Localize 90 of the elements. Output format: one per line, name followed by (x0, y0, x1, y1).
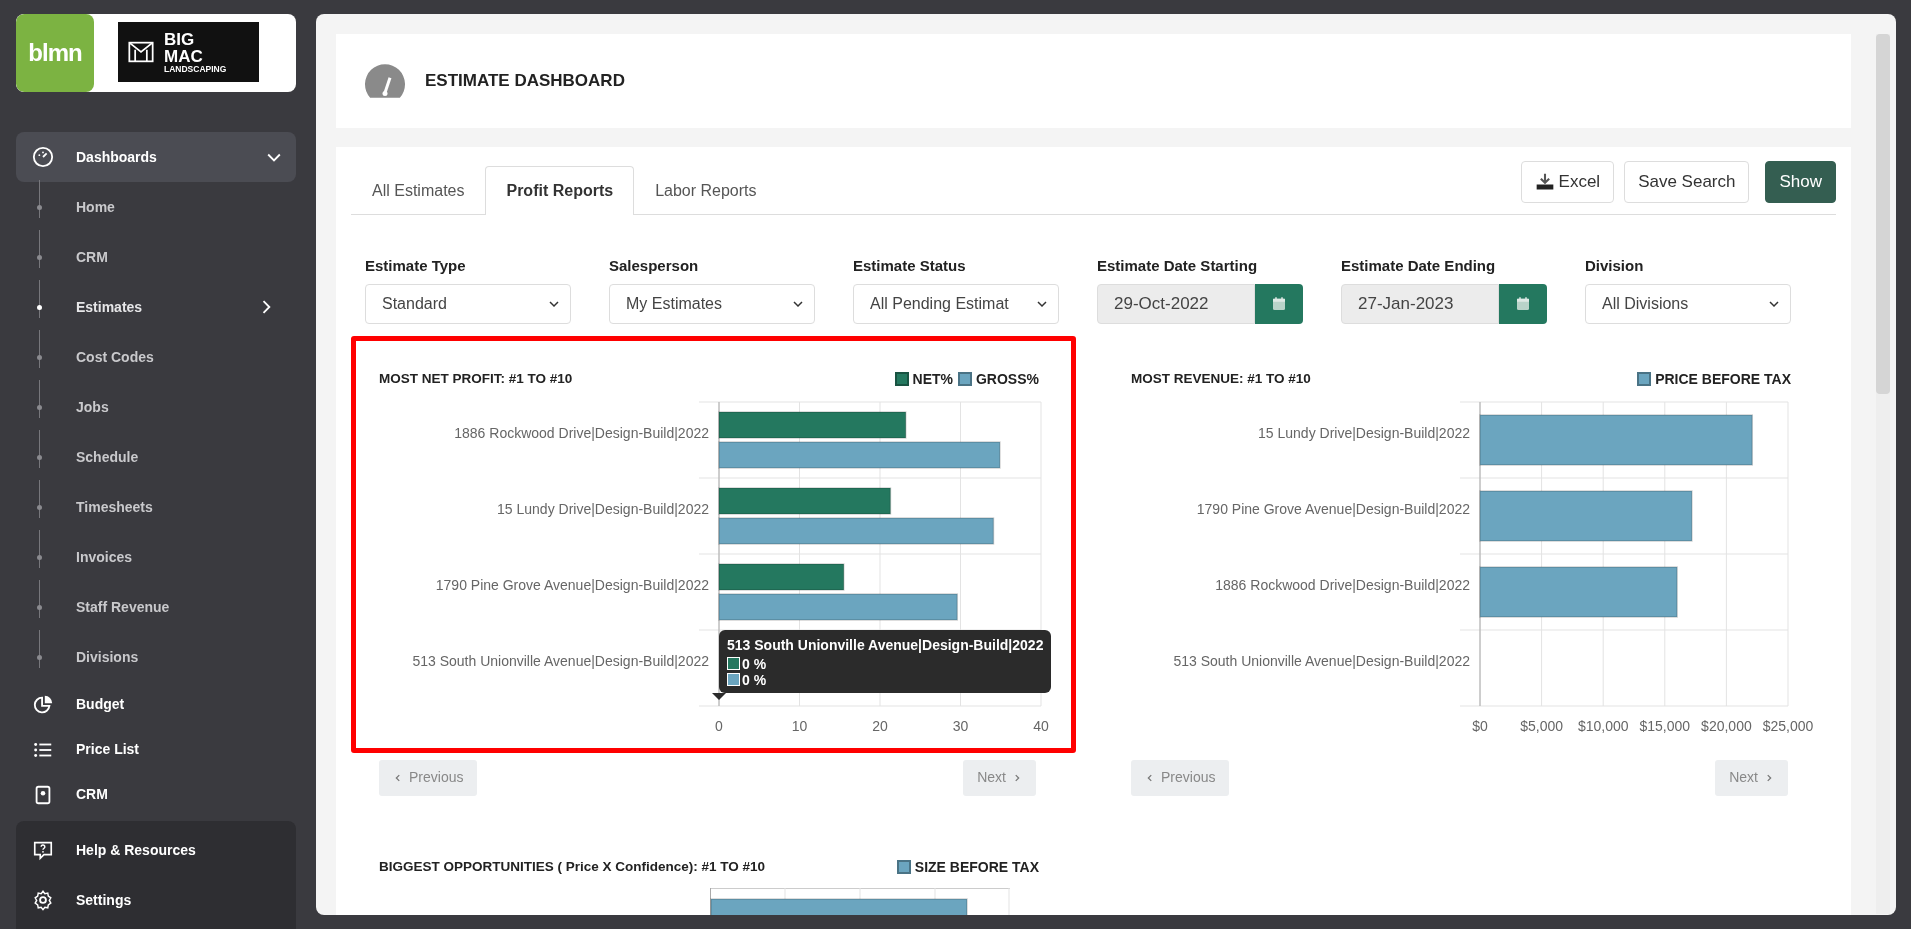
calendar-button[interactable] (1255, 283, 1303, 324)
legend-item: PRICE BEFORE TAX (1637, 368, 1791, 390)
nav-subitem[interactable]: Cost Codes (76, 346, 154, 368)
tick-label: $5,000 (1520, 717, 1563, 734)
legend-item: NET% (894, 368, 953, 390)
nav-item[interactable]: Budget (16, 682, 296, 727)
save-button[interactable]: Save Search (1624, 161, 1750, 203)
select-field[interactable]: All Pending Estimat (853, 283, 1059, 324)
date-field[interactable]: 27-Jan-2023 (1341, 283, 1499, 324)
bar[interactable] (718, 486, 892, 515)
field-label: Estimate Date Starting (1097, 256, 1259, 276)
legend-item: SIZE BEFORE TAX (896, 856, 1039, 878)
select-field[interactable]: My Estimates (609, 283, 815, 324)
show-button[interactable]: Show (1765, 161, 1836, 203)
nav-subitem[interactable]: Schedule (76, 446, 139, 468)
category-label: 513 South Unionville Avenue|Design-Build|2022 (1173, 652, 1470, 669)
nav-item[interactable]: CRM (16, 772, 296, 817)
field-label: Estimate Status (853, 256, 967, 276)
nav-item[interactable]: Price List (16, 727, 296, 772)
field-label: Estimate Type (365, 256, 467, 276)
tooltip-value: 0 % (742, 671, 767, 688)
chevron-right-icon (1012, 772, 1022, 783)
field-label: Estimate Date Ending (1341, 256, 1497, 276)
legend-item: GROSS% (958, 368, 1039, 390)
tab[interactable]: All Estimates (351, 166, 486, 215)
tooltip-value: 0 % (742, 655, 767, 672)
nav-subitem[interactable]: Divisions (76, 646, 139, 668)
category-label: 1790 Pine Grove Avenue|Design-Build|2022 (1196, 500, 1470, 517)
nav-item[interactable]: Dashboards (16, 132, 296, 182)
tick-label: $15,000 (1639, 717, 1691, 734)
calendar-icon (1270, 294, 1288, 313)
page-title: ESTIMATE DASHBOARD (425, 70, 625, 93)
tick-label: $20,000 (1701, 717, 1752, 734)
scrollbar[interactable] (1876, 34, 1890, 914)
download-icon (1534, 172, 1555, 192)
category-label: 1886 Rockwood Drive|Design-Build|2022 (1215, 576, 1470, 593)
bar[interactable] (1479, 489, 1693, 542)
tooltip-title: 513 South Unionville Avenue|Design-Build|2022 (727, 635, 1044, 655)
tick-label: $25,000 (1762, 717, 1814, 734)
select-field[interactable]: All Divisions (1585, 283, 1791, 324)
tick-label: 20 (872, 717, 888, 734)
footer-item[interactable]: Help & Resources (16, 825, 296, 875)
nav-subitem[interactable]: Jobs (76, 396, 109, 418)
company-name-line: BIG (164, 30, 196, 48)
nav-subitem[interactable]: Timesheets (76, 496, 153, 518)
gauge-icon (365, 64, 405, 98)
help-icon (32, 839, 54, 861)
chevron-right-icon (1764, 772, 1774, 783)
tick-label: $10,000 (1577, 717, 1629, 734)
nav-subitem[interactable]: Staff Revenue (76, 596, 170, 618)
company-name-line: LANDSCAPING (164, 64, 227, 74)
gauge-icon (32, 146, 54, 168)
bar[interactable] (718, 592, 959, 621)
bar[interactable] (718, 516, 995, 545)
chart-title: BIGGEST OPPORTUNITIES ( Price X Confidence): #1 TO #10 (379, 857, 766, 876)
calendar-button[interactable] (1499, 283, 1547, 324)
chart-title: MOST NET PROFIT: #1 TO #10 (379, 369, 573, 388)
chevron-left-icon (393, 772, 403, 783)
calendar-icon (1514, 294, 1532, 313)
field-label: Division (1585, 256, 1645, 276)
pie-chart-icon (32, 693, 54, 716)
chevron-left-icon (1145, 772, 1155, 783)
category-label: 513 South Unionville Avenue|Design-Build|2022 (412, 652, 709, 669)
settings-icon (32, 889, 54, 911)
bar[interactable] (718, 562, 845, 591)
footer-item[interactable]: Settings (16, 875, 296, 925)
tab[interactable]: Profit Reports (485, 166, 635, 215)
nav-subitem[interactable]: Invoices (76, 546, 133, 568)
nav-subitem[interactable]: CRM (76, 246, 108, 268)
tick-label: 30 (952, 717, 969, 734)
tick-label: $0 (1472, 717, 1488, 734)
tick-label: 40 (1033, 717, 1049, 734)
nav-subitem[interactable]: Estimates (76, 296, 143, 318)
bar[interactable] (718, 440, 1001, 469)
category-label: 1886 Rockwood Drive|Design-Build|2022 (454, 424, 709, 441)
export-button[interactable]: Excel (1520, 161, 1615, 203)
date-field[interactable]: 29-Oct-2022 (1097, 283, 1255, 324)
tick-label: 0 (715, 717, 723, 734)
category-label: 15 Lundy Drive|Design-Build|2022 (497, 500, 709, 517)
brand-logo: blmn (16, 14, 94, 92)
field-label: Salesperson (609, 256, 700, 276)
tab[interactable]: Labor Reports (634, 166, 778, 215)
chart-title: MOST REVENUE: #1 TO #10 (1131, 369, 1311, 388)
tick-label: 10 (791, 717, 808, 734)
bar[interactable] (718, 410, 907, 439)
category-label: 15 Lundy Drive|Design-Build|2022 (1258, 424, 1470, 441)
select-field[interactable]: Standard (365, 283, 571, 324)
nav-subitem[interactable]: Home (76, 196, 115, 218)
category-label: 1790 Pine Grove Avenue|Design-Build|2022 (435, 576, 709, 593)
company-name-line: MAC (164, 47, 204, 65)
